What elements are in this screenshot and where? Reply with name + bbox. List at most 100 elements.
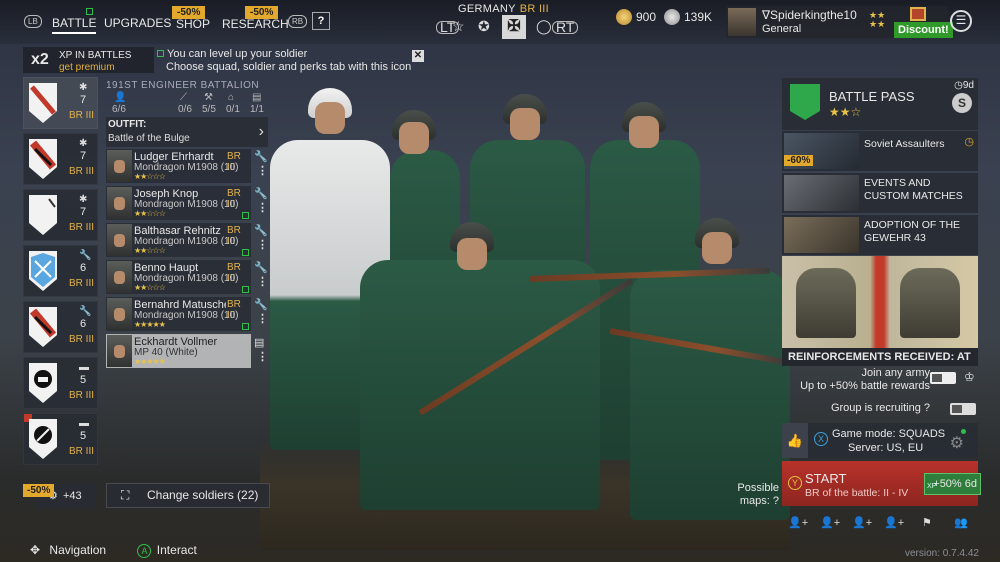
battle-pass-timer: ◷9d [954,80,974,91]
maps-line-2: maps: [739,495,770,507]
event-label: ADOPTION OF THE GEWEHR 43 [864,219,961,244]
add-player-icon[interactable]: 👤+ [788,516,808,529]
more-options-icon[interactable]: ⋮ [257,238,268,251]
germany-cross-icon[interactable]: ✠ [502,15,526,39]
tab-battle[interactable]: BATTLE [52,16,97,34]
wrench-icon[interactable]: 🔧 [254,224,268,237]
more-options-icon[interactable]: ⋮ [257,350,268,363]
add-player-icon[interactable]: 👤+ [884,516,904,529]
add-player-icon[interactable]: 👤+ [852,516,872,529]
more-options-icon[interactable]: ⋮ [257,164,268,177]
flag-icon[interactable]: ⚑ [922,516,932,529]
interact-hint: Interact [156,543,197,557]
upgrade-square-icon [242,286,249,293]
x-button-icon: X [814,432,828,446]
navigation-hint: Navigation [49,543,107,557]
soldier-avatar [107,224,132,256]
recruit-label: Group is recruiting [830,402,921,414]
game-mode-panel[interactable]: 👍 X Game mode: SQUADS Server: US, EU ⚙ [782,423,978,458]
possible-maps[interactable]: Possible maps: ? [730,482,779,508]
xp-boost-badge[interactable]: XP +50% 6d [924,473,981,495]
close-icon[interactable]: ✕ [412,50,424,62]
soldier-avatar [107,150,132,182]
get-premium-link[interactable]: get premium [59,62,115,73]
army-name: GERMANY [458,3,516,15]
soldier-row-selected[interactable]: Eckhardt Vollmer MP 40 (White) ★★★★★ [106,334,251,368]
wrench-icon[interactable]: 🔧 [254,187,268,200]
gold-balance[interactable]: 900 [616,9,656,25]
tab-research[interactable]: RESEARCH [222,17,289,31]
soldier-row[interactable]: Balthasar Rehnitz BR III Mondragon M1908… [106,223,251,257]
more-options-icon[interactable]: ⋮ [257,275,268,288]
japan-circle-icon[interactable]: ◯ [536,18,552,35]
squad-count: 7 [80,94,87,106]
group-icon[interactable]: 👥 [954,516,968,529]
comic-soldier-right [900,268,960,338]
help-button[interactable]: ? [312,12,330,30]
outfit-selector[interactable]: OUTFIT: Battle of the Bulge › [106,117,268,147]
squad-card[interactable]: ✱ 7 BR III [23,77,98,129]
rt-button-hint: RT [552,20,579,34]
squad-card[interactable]: ✱ 7 BR III [23,133,98,185]
clock-icon: ◷ [964,136,974,148]
soldier-row[interactable]: Bernahrd Matusche BR III Mondragon M1908… [106,297,251,331]
tab-upgrades[interactable]: UPGRADES [104,16,171,30]
battle-pass-card[interactable]: BATTLE PASS ★★☆ ◷9d S [782,78,978,130]
soldier-row[interactable]: Benno Haupt BR III Mondragon M1908 (10) … [106,260,251,294]
outfit-label: OUTFIT: [108,119,147,130]
event-card[interactable]: -60% Soviet Assaulters ◷ [782,131,978,171]
more-options-icon[interactable]: ⋮ [257,201,268,214]
add-player-icon[interactable]: 👤+ [820,516,840,529]
squad-card[interactable]: 🔧 6 BR III [23,245,98,297]
soldier-icon: 👤 [114,92,127,103]
wrench-icon[interactable]: 🔧 [254,298,268,311]
usa-star-icon[interactable]: ☆ [452,18,465,35]
more-options-icon[interactable]: ⋮ [257,312,268,325]
upgrade-square-icon [242,212,249,219]
xp-premium-banner[interactable]: x2 XP IN BATTLES get premium [23,47,154,73]
thumbs-up-icon[interactable]: 👍 [782,423,808,458]
comic-soldier-left [796,268,856,338]
stat-soldiers: 6/6 [112,104,126,115]
chevron-right-icon: › [258,123,264,140]
menu-icon[interactable]: ☰ [950,10,972,32]
avatar [728,8,756,36]
soldier-row[interactable]: Joseph Knop BR III Mondragon M1908 (10) … [106,186,251,220]
rb-button-hint: RB [288,15,308,28]
rifle-icon: ⟋ [180,92,187,103]
face [399,122,429,154]
ussr-star-icon[interactable]: ✪ [478,18,490,35]
wrench-class-icon: 🔧 [79,306,92,317]
squad-card[interactable]: ▬ 5 BR III [23,413,98,465]
gear-icon[interactable]: ⚙ [950,433,964,453]
version-label: version: 0.7.4.42 [905,548,979,559]
stat-weapons: 0/6 [178,104,192,115]
wrench-icon[interactable]: 🔧 [254,150,268,163]
rifle-class-icon: ✱ [79,194,88,205]
tab-shop[interactable]: SHOP [176,17,210,31]
soldier-row[interactable]: Ludger Ehrhardt BR III Mondragon M1908 (… [106,149,251,183]
help-icon[interactable]: ? [921,402,930,414]
gift-icon[interactable] [910,7,926,21]
discount-badge[interactable]: Discount! [894,22,953,38]
squad-card[interactable]: ✱ 7 BR III [23,189,98,241]
help-icon[interactable]: ? [773,495,779,507]
event-card[interactable]: ADOPTION OF THE GEWEHR 43 [782,215,978,255]
change-soldiers-button[interactable]: ⛶ Change soldiers (22) [106,483,270,508]
join-any-army-toggle[interactable] [930,372,956,384]
wrench-icon[interactable]: 🔧 [254,261,268,274]
event-card[interactable]: EVENTS AND CUSTOM MATCHES [782,173,978,213]
reinforcements-text[interactable]: REINFORCEMENTS RECEIVED: AT [782,348,978,366]
outfit-value: Battle of the Bulge [108,133,190,144]
silver-coin-icon [664,9,680,25]
soldier-front-left [360,260,600,510]
squad-card[interactable]: ▬ 5 BR III [23,357,98,409]
reinforcements-banner-image[interactable] [782,256,978,348]
silver-balance[interactable]: 139K [664,9,712,25]
soldier-stars: ★★☆☆☆ [134,246,166,255]
rifle-class-icon: ✱ [79,82,88,93]
squad-list: ✱ 7 BR III ✱ 7 BR III ✱ 7 BR III 🔧 6 BR … [23,77,98,487]
list-icon[interactable]: ▤ [254,336,264,349]
squad-card[interactable]: 🔧 6 BR III [23,301,98,353]
recruiting-toggle[interactable] [950,403,976,415]
